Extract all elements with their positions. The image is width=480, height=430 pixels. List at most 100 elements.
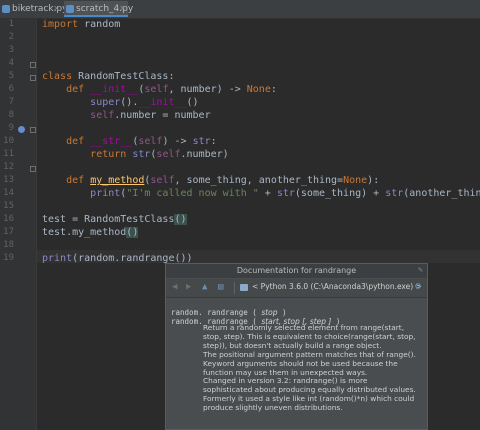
code-line-13[interactable]: def my_method(self, some_thing, another_… [42, 175, 379, 186]
line-number: 12 [3, 162, 14, 172]
close-tab-icon[interactable]: ✕ [119, 1, 126, 17]
line-number: 10 [3, 136, 14, 146]
line-number: 4 [8, 58, 14, 68]
code-token: test = RandomTestClass [42, 214, 175, 225]
self-token: self [156, 149, 181, 160]
builtin-token: str [192, 136, 211, 147]
code-line-5[interactable]: class RandomTestClass: [42, 71, 174, 82]
builtin-token: str [132, 149, 151, 160]
signature-params: stop [261, 308, 278, 317]
keyword-token: class [42, 71, 73, 82]
code-token: random [78, 19, 121, 30]
magic-method-token: __str__ [90, 136, 133, 147]
line-number: 11 [3, 149, 14, 159]
builtin-token: str [385, 188, 404, 199]
line-number: 16 [3, 214, 14, 224]
self-token: self [150, 175, 175, 186]
line-number: 13 [3, 175, 14, 185]
fold-marker-icon[interactable] [30, 166, 36, 172]
signature-text: ) [277, 308, 287, 317]
fold-marker-icon[interactable] [30, 62, 36, 68]
line-number: 1 [8, 19, 14, 29]
signature-text: random. randrange ( [171, 308, 262, 317]
builtin-token: print [42, 253, 73, 264]
keyword-token: import [42, 19, 79, 30]
code-token: ): [367, 175, 380, 186]
code-line-8[interactable]: self.number = number [42, 110, 210, 121]
line-number: 6 [8, 84, 14, 94]
code-token: (some_thing) + [294, 188, 386, 199]
signature-1: random. randrange ( stop ) [171, 308, 287, 317]
code-token: () [126, 227, 139, 238]
code-line-14[interactable]: print("I'm called now with " + str(some_… [42, 188, 480, 199]
tab-scratch[interactable]: scratch_4.py ✕ [64, 1, 133, 17]
popup-title[interactable]: Documentation for randrange [166, 264, 427, 278]
self-token: self [90, 110, 115, 121]
interpreter-switcher[interactable]: < Python 3.6.0 (C:\Anaconda3\python.exe)… [252, 282, 422, 291]
code-token: + [258, 188, 277, 199]
line-number: 5 [8, 71, 14, 81]
up-arrow-icon[interactable]: ▲ [202, 282, 207, 292]
keyword-token: None [246, 84, 271, 95]
class-name-token: RandomTestClass: [72, 71, 175, 82]
line-number: 19 [3, 253, 14, 263]
line-number: 2 [8, 32, 14, 42]
line-number: 8 [8, 110, 14, 120]
builtin-token: str [276, 188, 295, 199]
self-token: self [144, 84, 169, 95]
code-token: , some_thing, another_thing= [174, 175, 344, 186]
doc-paragraph: Changed in version 3.2: randrange() is m… [203, 376, 416, 413]
keyword-token: def [66, 136, 85, 147]
line-number: 7 [8, 97, 14, 107]
code-token: : [270, 84, 277, 95]
tab-biketrack[interactable]: biketrack.py ✕ [0, 1, 67, 17]
gear-icon[interactable]: ⚙ [415, 281, 421, 292]
back-arrow-icon[interactable]: ◀ [172, 282, 177, 292]
code-token: () [186, 97, 199, 108]
line-number: 9 [8, 123, 14, 133]
function-name-token: my_method [90, 175, 145, 186]
self-token: self [138, 136, 163, 147]
library-icon [240, 284, 248, 291]
line-number: 14 [3, 188, 14, 198]
editor-tab-bar: biketrack.py ✕ scratch_4.py ✕ [0, 0, 480, 19]
line-number: 17 [3, 227, 14, 237]
code-token: : [210, 136, 217, 147]
code-token: (another_thing)) [403, 188, 480, 199]
code-line-6[interactable]: def __init__(self, number) -> None: [42, 84, 277, 95]
fold-marker-icon[interactable] [30, 127, 36, 133]
forward-arrow-icon[interactable]: ▶ [186, 282, 191, 292]
keyword-token: return [90, 149, 127, 160]
close-tab-icon[interactable]: ✕ [53, 1, 60, 17]
fold-marker-icon[interactable] [30, 75, 36, 81]
code-line-17[interactable]: test = RandomTestClass() [42, 214, 187, 225]
python-file-icon [2, 5, 10, 13]
documentation-popup[interactable]: Documentation for randrange ✎ ◀ ▶ ▲ ▤ < … [165, 263, 428, 430]
code-token: test.my_method [42, 227, 127, 238]
code-token: (). [120, 97, 139, 108]
keyword-token: None [343, 175, 368, 186]
toolbar-separator [234, 282, 235, 294]
magic-method-token: __init__ [138, 97, 187, 108]
code-token: ) -> [162, 136, 193, 147]
code-line-10[interactable]: def __str__(self) -> str: [42, 136, 217, 147]
code-token: , number) -> [168, 84, 247, 95]
code-token: () [174, 214, 187, 225]
pin-icon[interactable]: ✎ [418, 265, 423, 274]
string-token: "I'm called now with " [126, 188, 259, 199]
doc-paragraph: Return a randomly selected element from … [203, 323, 416, 350]
doc-paragraph: The positional argument pattern matches … [203, 349, 416, 377]
builtin-token: super [90, 97, 121, 108]
edit-source-icon[interactable]: ▤ [218, 282, 223, 292]
code-line-11[interactable]: return str(self.number) [42, 149, 229, 160]
python-file-icon [66, 5, 74, 13]
builtin-token: print [90, 188, 121, 199]
code-line-18[interactable]: test.my_method() [42, 227, 139, 238]
line-number: 18 [3, 240, 14, 250]
keyword-token: def [66, 175, 85, 186]
override-marker-icon[interactable] [18, 126, 25, 133]
magic-method-token: __init__ [90, 84, 139, 95]
code-line-7[interactable]: super().__init__() [42, 97, 199, 108]
code-line-1[interactable]: import random [42, 19, 120, 30]
popup-nav-bar: ◀ ▶ ▲ ▤ < Python 3.6.0 (C:\Anaconda3\pyt… [166, 279, 427, 298]
